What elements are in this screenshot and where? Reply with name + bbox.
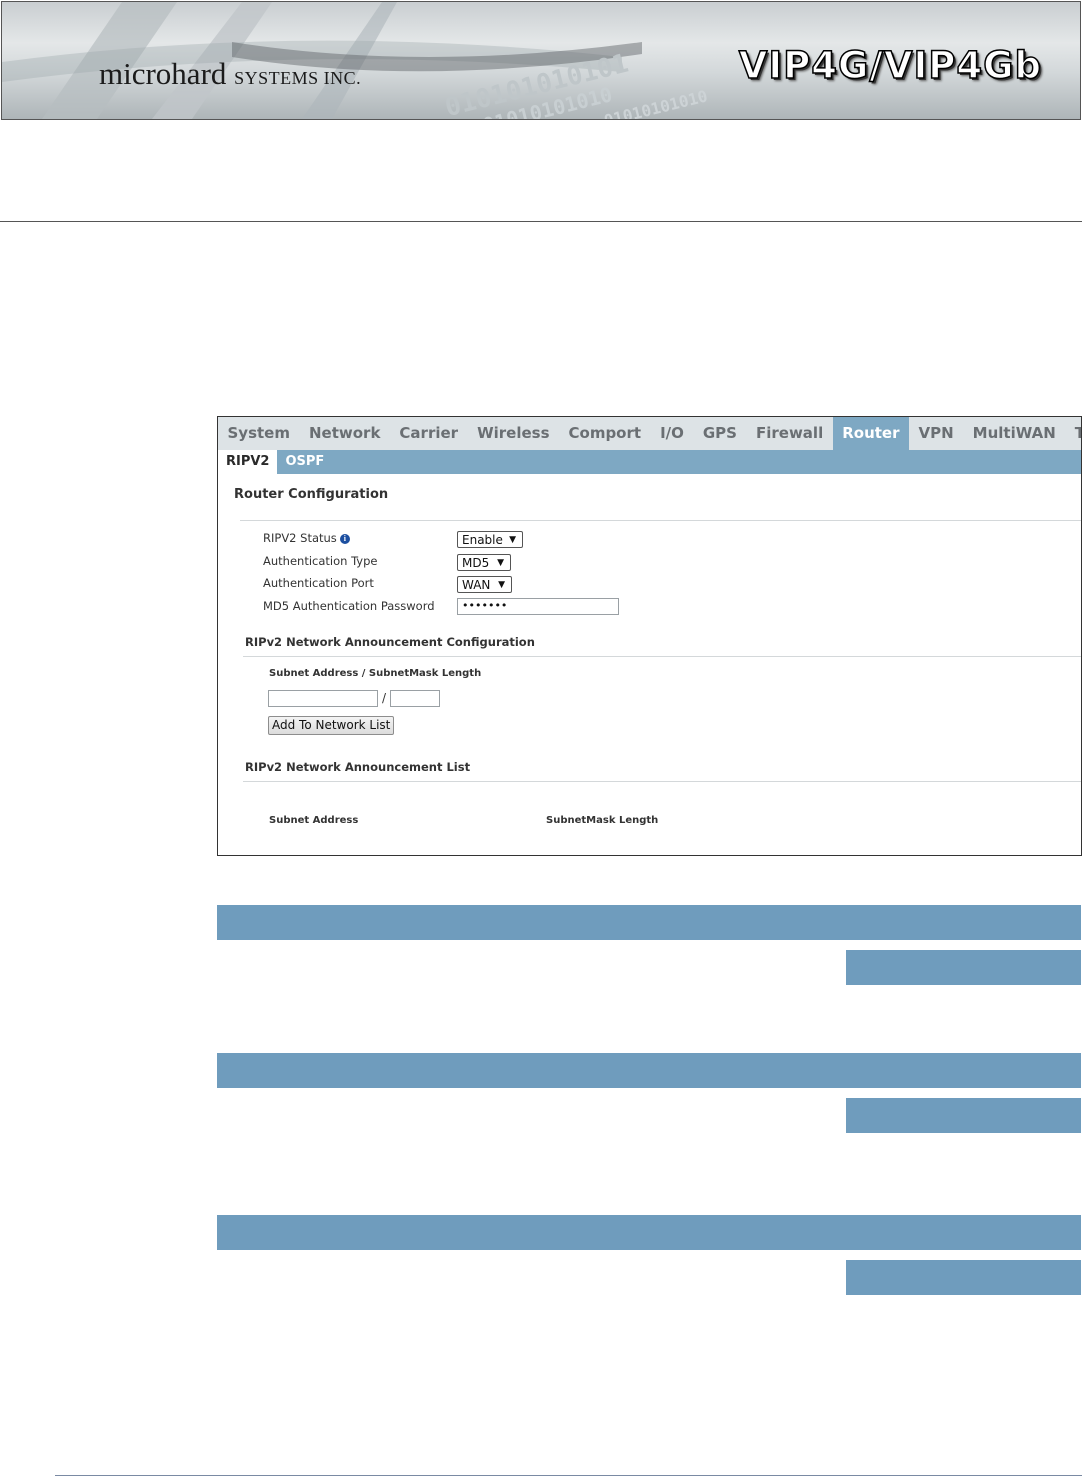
table-header-bar-2 <box>217 1053 1081 1088</box>
ripv2-status-label: RIPV2 Status i <box>263 531 350 545</box>
tab-ripv2[interactable]: RIPV2 <box>218 450 278 474</box>
nav-system[interactable]: System <box>218 417 299 450</box>
nav-multiwan[interactable]: MultiWAN <box>963 417 1065 450</box>
subnet-input-label: Subnet Address / SubnetMask Length <box>269 668 482 679</box>
section-divider <box>240 520 1081 521</box>
header-divider <box>0 221 1082 222</box>
nav-router[interactable]: Router <box>832 417 909 450</box>
ripv2-status-label-text: RIPV2 Status <box>263 531 337 545</box>
md5-password-label: MD5 Authentication Password <box>263 599 435 613</box>
product-title: VIP4G/VIP4Gb <box>738 43 1042 88</box>
section-divider <box>243 781 1081 782</box>
subnet-mask-input[interactable] <box>390 690 440 707</box>
dropdown-caret-icon: ▼ <box>498 580 505 590</box>
auth-port-select[interactable]: WAN ▼ <box>457 576 512 593</box>
tab-ospf[interactable]: OSPF <box>277 450 332 474</box>
announcement-config-title: RIPv2 Network Announcement Configuration <box>245 635 535 649</box>
nav-gps[interactable]: GPS <box>693 417 746 450</box>
router-screenshot-panel: System Network Carrier Wireless Comport … <box>217 416 1082 856</box>
section-divider <box>243 656 1081 657</box>
nav-wireless[interactable]: Wireless <box>468 417 559 450</box>
auth-port-label: Authentication Port <box>263 576 374 590</box>
dropdown-caret-icon: ▼ <box>497 558 504 568</box>
footer-divider <box>55 1475 1082 1476</box>
nav-comport[interactable]: Comport <box>559 417 651 450</box>
nav-io[interactable]: I/O <box>651 417 694 450</box>
ripv2-status-select[interactable]: Enable ▼ <box>457 531 523 548</box>
subnet-address-input[interactable] <box>268 690 378 707</box>
nav-tools[interactable]: Tools <box>1065 417 1081 450</box>
nav-firewall[interactable]: Firewall <box>746 417 832 450</box>
table-value-bar-1 <box>846 950 1081 985</box>
nav-network[interactable]: Network <box>299 417 389 450</box>
table-header-bar-3 <box>217 1215 1081 1250</box>
md5-password-field[interactable]: ••••••• <box>457 598 619 615</box>
dropdown-caret-icon: ▼ <box>509 535 516 545</box>
company-suffix: SYSTEMS INC. <box>234 68 362 88</box>
auth-type-value: MD5 <box>462 556 490 570</box>
info-icon[interactable]: i <box>339 534 350 544</box>
auth-type-label: Authentication Type <box>263 554 378 568</box>
column-subnet-mask-length: SubnetMask Length <box>546 815 659 826</box>
main-nav: System Network Carrier Wireless Comport … <box>218 417 1081 450</box>
company-logo: microhard SYSTEMS INC. <box>99 56 361 92</box>
ripv2-status-value: Enable <box>462 533 503 547</box>
add-to-network-list-button[interactable]: Add To Network List <box>268 716 395 735</box>
nav-vpn[interactable]: VPN <box>909 417 963 450</box>
table-value-bar-2 <box>846 1098 1081 1133</box>
sub-nav: RIPV2 OSPF <box>218 450 1081 474</box>
router-config-title: Router Configuration <box>234 487 389 502</box>
header-banner: 010101010101 0101010101010 01010101010 m… <box>1 1 1081 120</box>
nav-carrier[interactable]: Carrier <box>390 417 468 450</box>
announcement-list-title: RIPv2 Network Announcement List <box>245 760 471 774</box>
company-name: microhard <box>99 56 227 91</box>
table-value-bar-3 <box>846 1260 1081 1295</box>
auth-port-value: WAN <box>462 578 491 592</box>
auth-type-select[interactable]: MD5 ▼ <box>457 554 511 571</box>
column-subnet-address: Subnet Address <box>269 815 359 826</box>
table-header-bar-1 <box>217 905 1081 940</box>
subnet-separator: / <box>382 691 387 705</box>
